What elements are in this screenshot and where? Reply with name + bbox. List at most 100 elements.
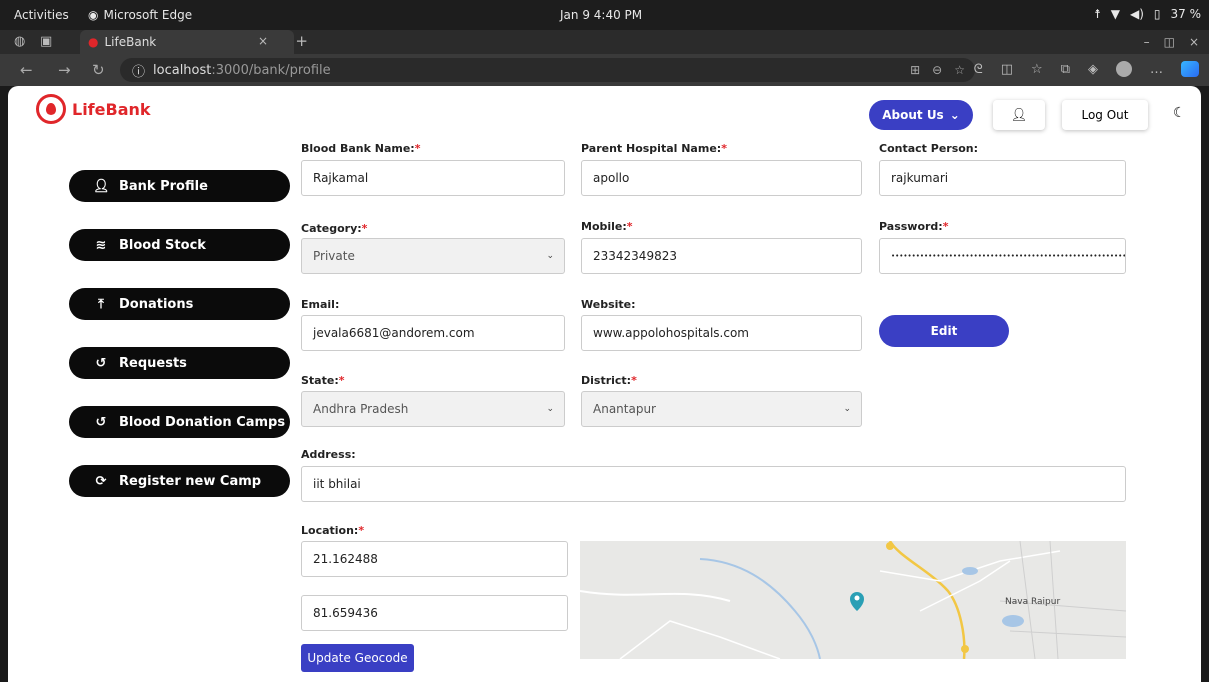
- battery-level: 37 %: [1170, 7, 1202, 21]
- url-host: localhost: [153, 62, 212, 78]
- app-menu[interactable]: ◉ Microsoft Edge: [88, 8, 192, 22]
- toolbar-icons: ᘓ ◫ ☆ ⧉ ◈ …: [974, 61, 1199, 77]
- system-tray[interactable]: ☨ ▼ ◀) ▯ 37 %: [1094, 7, 1201, 21]
- app-name: Microsoft Edge: [103, 8, 193, 22]
- latitude-input[interactable]: 21.162488: [301, 541, 568, 577]
- state-value: Andhra Pradesh: [313, 402, 409, 416]
- edit-button[interactable]: Edit: [879, 315, 1009, 347]
- location-map[interactable]: Nava Raipur: [580, 541, 1126, 659]
- email-label: Email:: [301, 298, 340, 311]
- battery-icon: ▯: [1153, 7, 1161, 21]
- sidebar-item-donations[interactable]: ⤒ Donations: [69, 288, 290, 320]
- new-tab-icon[interactable]: +: [295, 32, 308, 50]
- edge-icon: ◉: [88, 8, 99, 22]
- more-icon[interactable]: …: [1150, 62, 1163, 77]
- sidebar-item-label: Blood Stock: [119, 237, 206, 253]
- close-window-icon[interactable]: ×: [1189, 35, 1199, 49]
- minimize-icon[interactable]: –: [1144, 35, 1150, 49]
- window-controls: – ◫ ×: [1144, 35, 1199, 49]
- history-icon: ↺: [95, 355, 107, 371]
- category-label: Category:*: [301, 222, 368, 235]
- location-label: Location:*: [301, 524, 365, 537]
- split-screen-icon[interactable]: ◫: [1001, 62, 1013, 77]
- profile-avatar-icon[interactable]: [1116, 61, 1132, 77]
- tab-title: LifeBank: [104, 35, 157, 49]
- layers-icon: ≋: [95, 237, 107, 253]
- chevron-down-icon: ⌄: [843, 404, 851, 414]
- user-icon: 👤︎: [1010, 107, 1028, 123]
- logout-button[interactable]: Log Out: [1062, 100, 1148, 130]
- map-place-label: Nava Raipur: [1005, 597, 1061, 607]
- forward-icon[interactable]: →: [58, 61, 71, 79]
- about-us-label: About Us: [882, 108, 944, 122]
- sidebar-item-requests[interactable]: ↺ Requests: [69, 347, 290, 379]
- state-label: State:*: [301, 374, 345, 387]
- sidebar-item-blood-stock[interactable]: ≋ Blood Stock: [69, 229, 290, 261]
- zoom-icon[interactable]: ⊖: [932, 63, 942, 77]
- longitude-input[interactable]: 81.659436: [301, 595, 568, 631]
- workspaces-icon[interactable]: ◍: [14, 34, 25, 49]
- app-available-icon[interactable]: ⊞: [910, 63, 920, 77]
- url-field[interactable]: ⓘ localhost:3000/bank/profile ⊞ ⊖ ☆: [120, 58, 975, 82]
- back-icon[interactable]: ←: [20, 61, 33, 79]
- password-input[interactable]: ••••••••••••••••••••••••••••••••••••••••…: [879, 238, 1126, 274]
- brand-logo[interactable]: LifeBank: [36, 94, 151, 124]
- browser-essentials-icon[interactable]: ◈: [1088, 62, 1098, 77]
- district-label: District:*: [581, 374, 637, 387]
- bank-name-input[interactable]: Rajkamal: [301, 160, 565, 196]
- brand-name: LifeBank: [72, 99, 151, 119]
- chevron-down-icon: ⌄: [546, 251, 554, 261]
- parent-hospital-input[interactable]: apollo: [581, 160, 862, 196]
- favorite-star-icon[interactable]: ☆: [954, 63, 965, 77]
- activities-button[interactable]: Activities: [14, 8, 69, 22]
- state-select[interactable]: Andhra Pradesh ⌄: [301, 391, 565, 427]
- user-icon: 👤︎: [93, 178, 110, 194]
- update-geocode-button[interactable]: Update Geocode: [301, 644, 414, 672]
- sidebar-item-register-new-camp[interactable]: ⟳ Register new Camp: [69, 465, 290, 497]
- clock[interactable]: Jan 9 4:40 PM: [560, 8, 642, 22]
- website-input[interactable]: www.appolohospitals.com: [581, 315, 862, 351]
- tab-bar: ◍ ▣ ● LifeBank × + – ◫ ×: [0, 30, 1209, 54]
- mobile-label: Mobile:*: [581, 220, 633, 233]
- address-input[interactable]: iit bhilai: [301, 466, 1126, 502]
- tab-lifebank[interactable]: ● LifeBank × +: [80, 30, 308, 54]
- url-actions: ⊞ ⊖ ☆: [910, 63, 965, 77]
- restore-icon[interactable]: ◫: [1164, 35, 1175, 49]
- blood-drop-icon: [36, 94, 66, 124]
- close-tab-icon[interactable]: ×: [258, 34, 268, 48]
- category-select[interactable]: Private ⌄: [301, 238, 565, 274]
- tab-actions-icon[interactable]: ▣: [40, 34, 52, 49]
- sidebar-item-label: Donations: [119, 296, 194, 312]
- address-bar-row: ← → ↻ ⓘ localhost:3000/bank/profile ⊞ ⊖ …: [0, 54, 1209, 86]
- refresh-icon[interactable]: ↻: [92, 61, 105, 79]
- volume-icon: ◀): [1129, 7, 1144, 21]
- copilot-icon[interactable]: [1181, 61, 1199, 77]
- dark-mode-moon-icon[interactable]: ☾: [1173, 105, 1186, 121]
- password-label: Password:*: [879, 220, 949, 233]
- bank-name-label: Blood Bank Name:*: [301, 142, 421, 155]
- district-select[interactable]: Anantapur ⌄: [581, 391, 862, 427]
- user-button[interactable]: 👤︎: [993, 100, 1045, 130]
- about-us-button[interactable]: About Us ⌄: [869, 100, 973, 130]
- collections-icon[interactable]: ⧉: [1061, 62, 1070, 77]
- info-icon[interactable]: ⓘ: [132, 61, 145, 80]
- sidebar-item-blood-donation-camps[interactable]: ↺ Blood Donation Camps: [69, 406, 290, 438]
- parent-hospital-label: Parent Hospital Name:*: [581, 142, 727, 155]
- district-value: Anantapur: [593, 402, 656, 416]
- contact-person-input[interactable]: rajkumari: [879, 160, 1126, 196]
- sidebar-item-label: Blood Donation Camps: [119, 414, 286, 430]
- sidebar-item-bank-profile[interactable]: 👤︎ Bank Profile: [69, 170, 290, 202]
- favicon-icon: ●: [88, 35, 99, 49]
- refresh-icon: ⟳: [95, 473, 107, 489]
- email-input[interactable]: jevala6681@andorem.com: [301, 315, 565, 351]
- wifi-icon: ▼: [1110, 7, 1120, 21]
- accessibility-icon: ☨: [1094, 7, 1101, 21]
- address-label: Address:: [301, 448, 356, 461]
- mobile-input[interactable]: 23342349823: [581, 238, 862, 274]
- extension-icon[interactable]: ᘓ: [974, 62, 983, 77]
- hand-holding-icon: ⤒: [98, 296, 104, 312]
- history-icon: ↺: [95, 414, 107, 430]
- favorites-icon[interactable]: ☆: [1031, 62, 1043, 77]
- sidebar-item-label: Bank Profile: [119, 178, 208, 194]
- sidebar-item-label: Requests: [119, 355, 187, 371]
